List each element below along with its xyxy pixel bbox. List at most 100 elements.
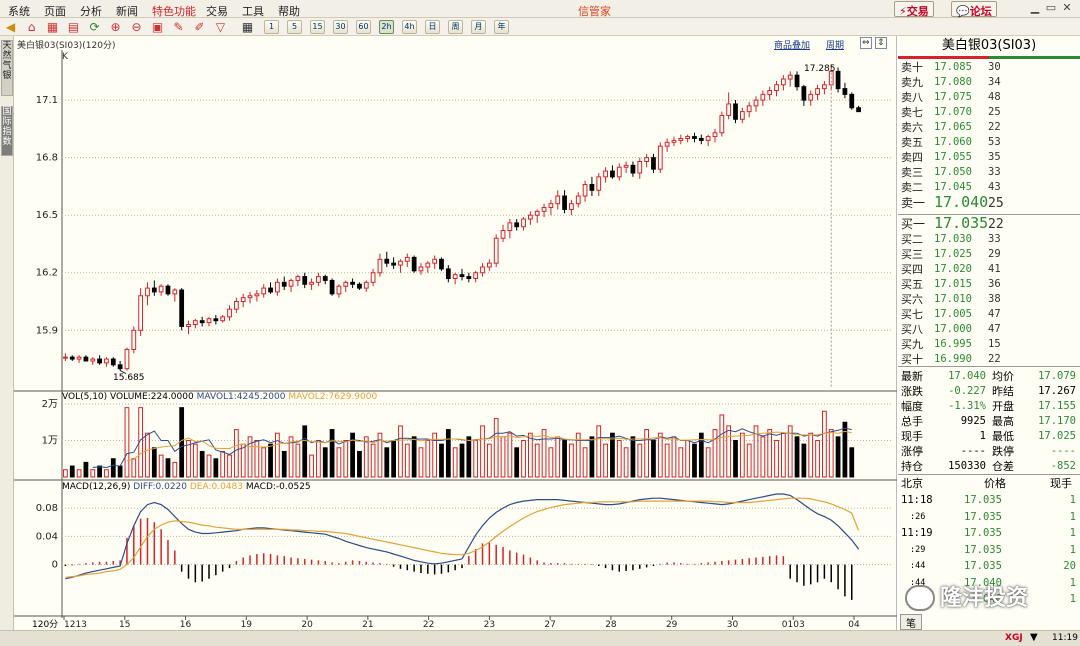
volume-bar	[582, 447, 588, 478]
period-button-1[interactable]: 1	[264, 20, 279, 34]
period-button-5[interactable]: 5	[287, 20, 302, 34]
candle-body	[377, 258, 383, 274]
ask-row[interactable]: 卖五 17.060 53	[898, 135, 1080, 150]
stat-value: 150330	[948, 460, 986, 472]
candle-body	[110, 358, 116, 366]
candle-body	[322, 276, 328, 281]
volume-bar	[411, 436, 417, 478]
dea-value: DEA:0.0483	[189, 482, 244, 492]
volume-bar	[801, 443, 807, 478]
bid-row[interactable]: 买八 17.000 47	[898, 322, 1080, 337]
forum-button[interactable]: 💬论坛	[951, 1, 997, 18]
period-button-2h[interactable]: 2h	[379, 20, 394, 34]
refresh-icon[interactable]: ⟳	[87, 20, 102, 34]
minimize-icon[interactable]: ▁	[1028, 2, 1042, 15]
ask-label: 卖三	[901, 166, 923, 179]
menu-features[interactable]: 特色功能	[152, 3, 196, 19]
ask-row[interactable]: 卖八 17.075 48	[898, 90, 1080, 105]
macd-tick-label: 0	[52, 560, 58, 571]
candle-body	[562, 195, 567, 210]
side-tab[interactable]: 笔	[900, 614, 922, 630]
maximize-icon[interactable]: ▭	[1044, 2, 1058, 15]
zoom-out-icon[interactable]: ⊖	[129, 20, 144, 34]
ask-row[interactable]: 卖二 17.045 43	[898, 180, 1080, 195]
bookmark-icon[interactable]: ▣	[150, 20, 165, 34]
back-icon[interactable]: ◀	[3, 20, 18, 34]
menu-trade[interactable]: 交易	[206, 3, 228, 19]
tick-qty: 1	[1069, 593, 1076, 605]
trade-button[interactable]: ⚡交易	[894, 1, 934, 18]
volume-bar	[616, 440, 622, 478]
ask-row[interactable]: 卖十 17.085 30	[898, 60, 1080, 75]
ask-row[interactable]: 卖三 17.050 33	[898, 165, 1080, 180]
bid-row[interactable]: 买一 17.035 22	[898, 216, 1080, 233]
period-button-15[interactable]: 15	[310, 20, 325, 34]
pen-icon[interactable]: ✎	[171, 20, 186, 34]
ask-label: 卖九	[901, 76, 923, 89]
bid-row[interactable]: 买七 17.005 47	[898, 307, 1080, 322]
ask-row[interactable]: 卖一 17.040 25	[898, 195, 1080, 212]
volume-bar	[192, 443, 198, 478]
ask-price: 17.075	[934, 91, 972, 103]
bid-row[interactable]: 买二 17.030 33	[898, 232, 1080, 247]
grid-icon[interactable]: ▦	[45, 20, 60, 34]
bid-qty: 22	[988, 217, 1004, 232]
period-button-60[interactable]: 60	[356, 20, 371, 34]
x-period-label: 120分	[32, 620, 59, 630]
watermark: 隆沣投资	[940, 586, 1029, 611]
period-button-月[interactable]: 月	[471, 20, 486, 34]
ask-row[interactable]: 卖七 17.070 25	[898, 105, 1080, 120]
candle-body	[268, 287, 273, 293]
period-button-4h[interactable]: 4h	[402, 20, 417, 34]
candle-body	[452, 274, 458, 280]
bid-row[interactable]: 买十 16.990 22	[898, 352, 1080, 367]
period-button-周[interactable]: 周	[448, 20, 463, 34]
bid-qty: 29	[988, 248, 1001, 260]
bid-qty: 38	[988, 293, 1001, 305]
x-tick-label: 21	[362, 620, 373, 630]
bid-qty: 47	[988, 308, 1001, 320]
stat-label: 幅度	[901, 400, 923, 413]
period-button-年[interactable]: 年	[494, 20, 509, 34]
menu-help[interactable]: 帮助	[278, 3, 300, 19]
period-button-日[interactable]: 日	[425, 20, 440, 34]
bid-row[interactable]: 买九 16.995 15	[898, 337, 1080, 352]
left-tab-silver-gas[interactable]: 天然气银	[1, 40, 13, 96]
close-icon[interactable]: ✕	[1060, 2, 1074, 15]
stat-label: 持仓	[901, 460, 923, 473]
price-tick-label: 16.8	[36, 153, 58, 164]
period-button-30[interactable]: 30	[333, 20, 348, 34]
ask-row[interactable]: 卖四 17.055 35	[898, 150, 1080, 165]
candle-body	[767, 90, 773, 95]
ask-price: 17.050	[934, 166, 972, 178]
lightning-icon: ⚡	[899, 5, 907, 18]
ask-row[interactable]: 卖九 17.080 34	[898, 75, 1080, 90]
volume-bar	[76, 469, 82, 478]
volume-bar	[131, 458, 137, 478]
candle-body	[822, 84, 827, 90]
ticks-header-place: 北京	[901, 477, 923, 490]
left-tab-indices[interactable]: 国际指数	[1, 106, 13, 156]
ask-row[interactable]: 卖六 17.065 22	[898, 120, 1080, 135]
zoom-in-icon[interactable]: ⊕	[108, 20, 123, 34]
bid-row[interactable]: 买四 17.020 41	[898, 262, 1080, 277]
candle-body	[603, 170, 608, 178]
candle-body	[486, 262, 492, 268]
menu-analysis[interactable]: 分析	[80, 3, 102, 19]
ask-label: 卖一	[901, 196, 926, 210]
bid-row[interactable]: 买六 17.010 38	[898, 292, 1080, 307]
menu-page[interactable]: 页面	[44, 3, 66, 19]
brush-icon[interactable]: ✐	[192, 20, 207, 34]
home-icon[interactable]: ⌂	[24, 20, 39, 34]
bid-row[interactable]: 买三 17.025 29	[898, 247, 1080, 262]
bid-row[interactable]: 买五 17.015 36	[898, 277, 1080, 292]
menu-news[interactable]: 新闻	[116, 3, 138, 19]
volume-bar	[425, 440, 431, 478]
chart-icon[interactable]: ▤	[66, 20, 81, 34]
table-icon[interactable]: ▦	[240, 20, 255, 34]
filter-icon[interactable]: ▽	[213, 20, 228, 34]
candlestick-chart[interactable]: 15.9 16.2 16.5 16.8 17.1 1万 2万 0 0.04 0.08 1213 15 1…	[14, 36, 897, 630]
menu-tools[interactable]: 工具	[242, 3, 264, 19]
candle-body	[815, 88, 820, 95]
menu-system[interactable]: 系统	[8, 3, 30, 19]
